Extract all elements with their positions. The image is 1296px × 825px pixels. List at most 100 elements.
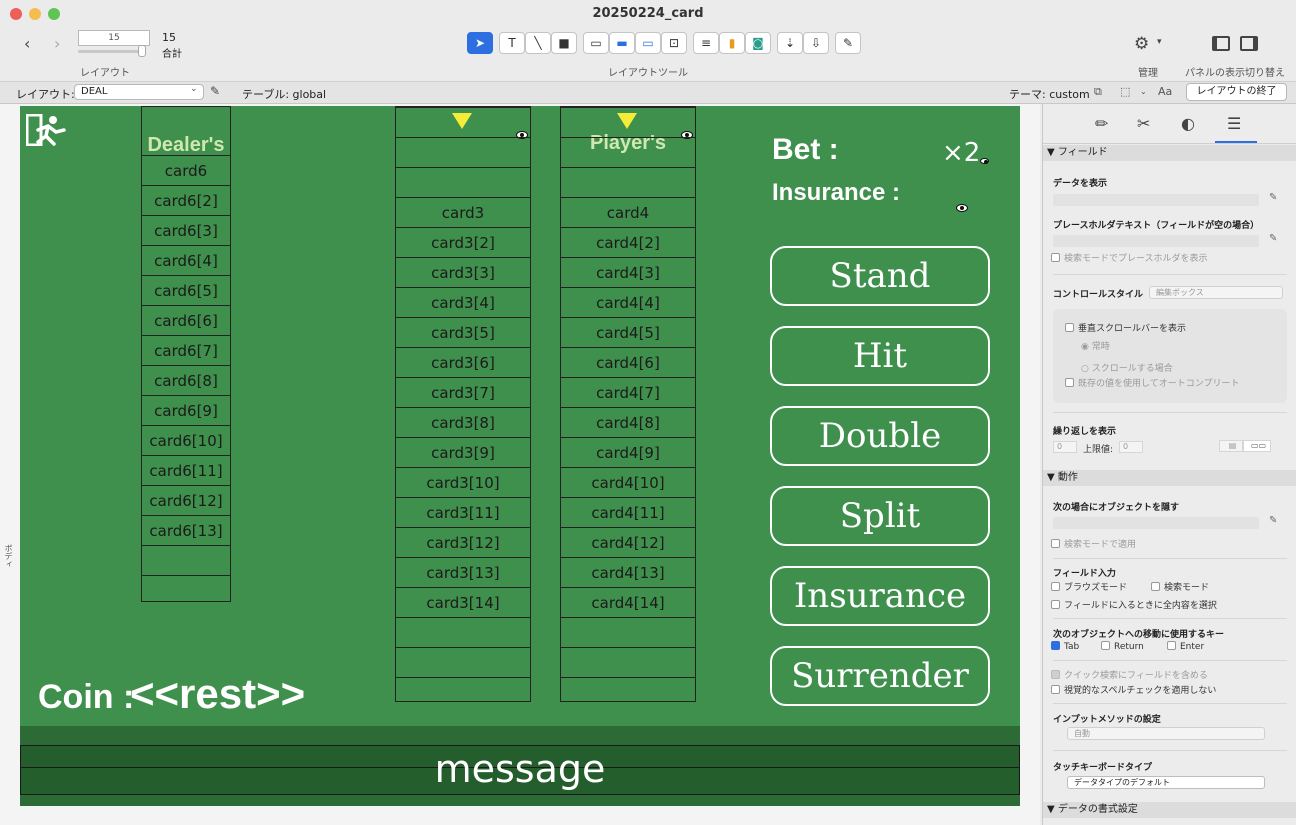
card-row[interactable]: card4[12] [561, 527, 695, 557]
browse-mode-checkbox[interactable]: ブラウズモード [1051, 580, 1127, 593]
web-viewer-tool-icon[interactable]: ◙ [745, 32, 771, 54]
insert-part-icon[interactable]: ⇩ [803, 32, 829, 54]
card-row[interactable]: card3[10] [396, 467, 530, 497]
double-button[interactable]: Double [770, 406, 990, 466]
vertical-orient-icon[interactable]: ▤ [1219, 440, 1243, 452]
card-row[interactable]: card6[10] [142, 425, 230, 455]
control-style-select[interactable]: 編集ボックス [1149, 286, 1283, 299]
select-all-checkbox[interactable]: フィールドに入るときに全内容を選択 [1051, 598, 1217, 611]
grid-icon[interactable]: ⬚ [1120, 85, 1130, 98]
card-row[interactable] [396, 677, 530, 707]
input-method-select[interactable]: 自動 [1067, 727, 1265, 740]
chart-tool-icon[interactable]: ▮ [719, 32, 745, 54]
insurance-button[interactable]: Insurance [770, 566, 990, 626]
ruler-tab-icon[interactable]: ✏ [1095, 114, 1108, 133]
format-section-header[interactable]: ▼ データの書式設定 [1043, 802, 1296, 818]
page-field[interactable]: 15 [78, 30, 150, 46]
card-row[interactable]: card6[9] [142, 395, 230, 425]
card-row[interactable]: card3[13] [396, 557, 530, 587]
card-row[interactable] [142, 575, 230, 605]
card-row[interactable]: card3[2] [396, 227, 530, 257]
stand-button[interactable]: Stand [770, 246, 990, 306]
arrange-icon[interactable]: ⧉ [1094, 85, 1102, 99]
card-row[interactable]: card6[13] [142, 515, 230, 545]
card-row[interactable]: card3[6] [396, 347, 530, 377]
field-section-header[interactable]: ▼ フィールド [1043, 145, 1296, 161]
card-row[interactable] [561, 677, 695, 707]
insert-field-icon[interactable]: ⇣ [777, 32, 803, 54]
field-tool-icon[interactable]: ▭ [583, 32, 609, 54]
card-row[interactable] [396, 137, 530, 167]
card4-column[interactable]: Player's card4 card4[2] card4[3] card4[4] ca… [560, 106, 696, 702]
card-row[interactable]: card4[14] [561, 587, 695, 617]
hide-when-input[interactable] [1053, 517, 1259, 529]
touch-keyboard-select[interactable]: データタイプのデフォルト [1067, 776, 1265, 789]
card-row[interactable]: card4 [561, 197, 695, 227]
card-row[interactable]: card4[6] [561, 347, 695, 377]
enter-key-checkbox[interactable]: Enter [1167, 641, 1204, 652]
card-row[interactable]: card3 [396, 197, 530, 227]
card-row[interactable] [396, 617, 530, 647]
card-row[interactable]: card6[4] [142, 245, 230, 275]
card-row[interactable]: card4[4] [561, 287, 695, 317]
card-row[interactable] [561, 107, 695, 137]
exit-layout-button[interactable]: レイアウトの終了 [1186, 83, 1287, 101]
card-row[interactable]: card4[3] [561, 257, 695, 287]
hit-button[interactable]: Hit [770, 326, 990, 386]
chevron-down-icon[interactable]: ⌄ [190, 84, 198, 94]
shape-tool-icon[interactable]: ■ [551, 32, 577, 54]
card-row[interactable] [561, 617, 695, 647]
card-row[interactable]: card3[8] [396, 407, 530, 437]
card-row[interactable]: card3[3] [396, 257, 530, 287]
show-data-input[interactable] [1053, 194, 1259, 206]
pointer-tool-icon[interactable]: ➤ [467, 32, 493, 54]
palette-tab-icon[interactable]: ◐ [1181, 114, 1195, 133]
eye-icon[interactable] [980, 158, 989, 164]
eye-icon[interactable] [956, 204, 968, 212]
card-row[interactable]: card6[2] [142, 185, 230, 215]
card-row[interactable]: card3[9] [396, 437, 530, 467]
repeat-from-input[interactable]: 0 [1053, 441, 1077, 453]
card-row[interactable]: card6[11] [142, 455, 230, 485]
exit-icon[interactable] [26, 114, 66, 146]
return-key-checkbox[interactable]: Return [1101, 641, 1144, 652]
card-row[interactable]: card4[11] [561, 497, 695, 527]
no-spellcheck-checkbox[interactable]: 視覚的なスペルチェックを適用しない [1051, 683, 1216, 696]
pencil-icon[interactable]: ✎ [1269, 515, 1277, 526]
text-tool-icon[interactable]: T [499, 32, 525, 54]
card-row[interactable] [561, 137, 695, 167]
always-radio[interactable]: ◉ 常時 [1081, 339, 1110, 352]
card-row[interactable]: card3[12] [396, 527, 530, 557]
card-row[interactable]: card4[10] [561, 467, 695, 497]
find-mode-checkbox[interactable]: 検索モード [1151, 580, 1209, 593]
gear-icon[interactable]: ⚙ [1134, 34, 1149, 54]
when-scroll-radio[interactable]: ○ スクロールする場合 [1081, 361, 1173, 374]
card3-column[interactable]: card3 card3[2] card3[3] card3[4] card3[5] car… [395, 106, 531, 702]
horizontal-orient-icon[interactable]: ▭▭ [1243, 440, 1271, 452]
page-slider-knob[interactable] [138, 45, 146, 57]
card-row[interactable]: card3[5] [396, 317, 530, 347]
card-row[interactable]: card6[5] [142, 275, 230, 305]
forward-arrow-icon[interactable]: › [54, 34, 60, 53]
card-row[interactable]: card3[11] [396, 497, 530, 527]
card-row[interactable] [396, 167, 530, 197]
card-row[interactable]: card3[4] [396, 287, 530, 317]
surrender-button[interactable]: Surrender [770, 646, 990, 706]
card-row[interactable] [142, 545, 230, 575]
chevron-down-icon[interactable]: ▾ [1157, 37, 1162, 47]
card-row[interactable]: card4[9] [561, 437, 695, 467]
left-panel-icon[interactable] [1212, 36, 1230, 51]
card-row[interactable]: card4[7] [561, 377, 695, 407]
card-row[interactable]: card6[8] [142, 365, 230, 395]
tools-tab-icon[interactable]: ✂ [1137, 114, 1150, 133]
button-bar-tool-icon[interactable]: ▭ [635, 32, 661, 54]
dealer-card-column[interactable]: Dealer's card6 card6[2] card6[3] card6[4] ca… [141, 106, 231, 602]
placeholder-input[interactable] [1053, 235, 1259, 247]
popover-tool-icon[interactable]: ⊡ [661, 32, 687, 54]
card-row[interactable]: card6[7] [142, 335, 230, 365]
database-tab-icon[interactable]: ☰ [1227, 114, 1241, 133]
back-arrow-icon[interactable]: ‹ [24, 34, 30, 53]
card-row[interactable]: card3[14] [396, 587, 530, 617]
card-row[interactable]: card6 [142, 155, 230, 185]
vscroll-checkbox[interactable]: 垂直スクロールバーを表示 [1065, 321, 1186, 334]
